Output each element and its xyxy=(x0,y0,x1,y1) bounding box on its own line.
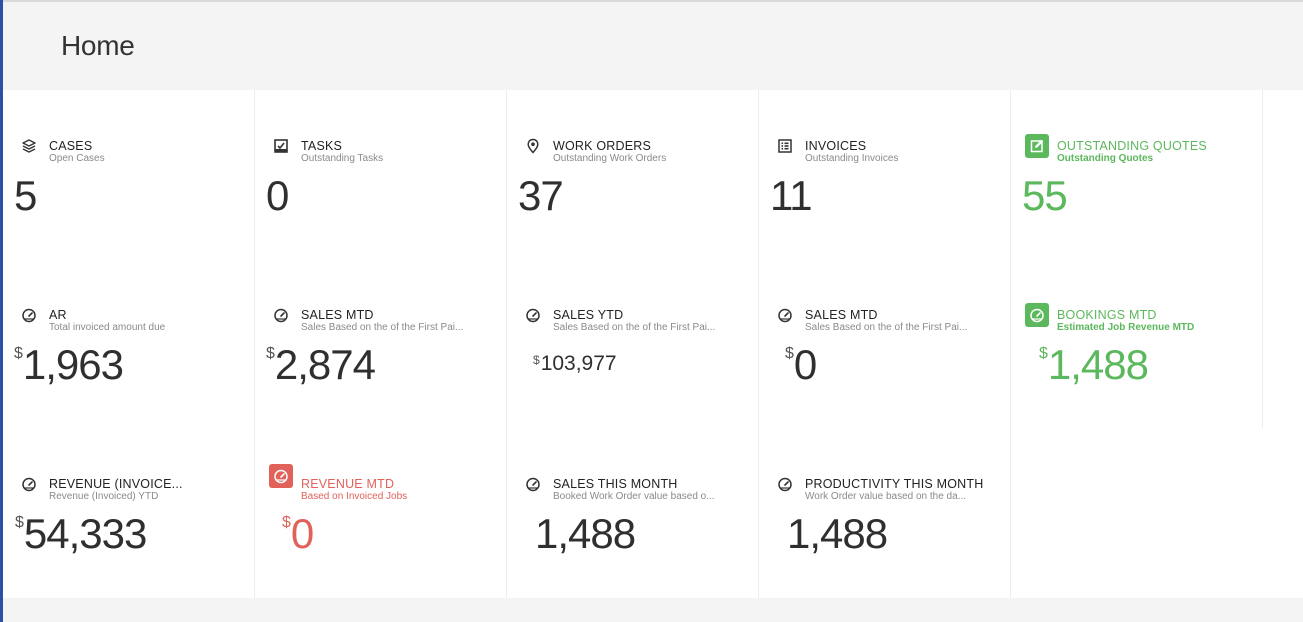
tile-value: 1,488 xyxy=(535,510,636,557)
gauge-icon xyxy=(17,303,41,327)
tile-subtitle: Outstanding Invoices xyxy=(805,153,899,164)
tile-value: $0 xyxy=(282,510,314,557)
tile-value: $54,333 xyxy=(15,510,147,557)
gauge-icon xyxy=(1025,303,1049,327)
tile-value: $103,977 xyxy=(533,352,617,375)
tile-title: REVENUE MTD xyxy=(301,477,395,491)
tile-productivity-this-month[interactable]: PRODUCTIVITY THIS MONTH Work Order value… xyxy=(759,428,1011,598)
tile-cases[interactable]: CASES Open Cases 5 xyxy=(3,90,255,259)
tile-title: SALES MTD xyxy=(301,308,374,322)
tile-title: AR xyxy=(49,308,67,322)
tile-value: 5 xyxy=(14,172,37,219)
tile-title: PRODUCTIVITY THIS MONTH xyxy=(805,477,984,491)
tile-title: SALES THIS MONTH xyxy=(553,477,678,491)
tile-value: 0 xyxy=(266,172,289,219)
tile-subtitle: Sales Based on the of the First Pai... xyxy=(301,322,464,333)
tile-title: BOOKINGS MTD xyxy=(1057,308,1157,322)
tile-value: $0 xyxy=(785,341,817,388)
tile-value: 1,488 xyxy=(787,510,888,557)
edit-icon xyxy=(1025,134,1049,158)
tile-sales-this-month[interactable]: SALES THIS MONTH Booked Work Order value… xyxy=(507,428,759,598)
tile-title: SALES MTD xyxy=(805,308,878,322)
tile-title: REVENUE (INVOICE... xyxy=(49,477,183,491)
tile-value: $2,874 xyxy=(266,341,376,388)
tile-ar[interactable]: AR Total invoiced amount due $1,963 xyxy=(3,259,255,428)
tile-subtitle: Open Cases xyxy=(49,153,105,164)
gauge-icon xyxy=(773,472,797,496)
dashboard-panel: CASES Open Cases 5 TASKS Outstanding Tas… xyxy=(3,90,1303,598)
tile-subtitle: Booked Work Order value based o... xyxy=(553,491,715,502)
tile-subtitle: Based on Invoiced Jobs xyxy=(301,491,408,502)
tile-subtitle: Estimated Job Revenue MTD xyxy=(1057,322,1195,333)
gauge-icon xyxy=(521,303,545,327)
tile-value: $1,488 xyxy=(1039,341,1149,388)
tile-title: INVOICES xyxy=(805,139,867,153)
tile-value: 55 xyxy=(1022,172,1068,219)
tile-title: TASKS xyxy=(301,139,343,153)
tile-sales-ytd[interactable]: SALES YTD Sales Based on the of the Firs… xyxy=(507,259,759,428)
location-pin-icon xyxy=(521,134,545,158)
tile-revenue-invoiced[interactable]: REVENUE (INVOICE... Revenue (Invoiced) Y… xyxy=(3,428,255,598)
tile-subtitle: Outstanding Tasks xyxy=(301,153,384,164)
gauge-icon xyxy=(17,472,41,496)
page-header: Home xyxy=(3,2,1303,90)
tile-title: OUTSTANDING QUOTES xyxy=(1057,139,1207,153)
tile-title: SALES YTD xyxy=(553,308,624,322)
gauge-icon xyxy=(269,464,293,488)
gauge-icon xyxy=(521,472,545,496)
tile-invoices[interactable]: INVOICES Outstanding Invoices 11 xyxy=(759,90,1011,259)
page-title: Home xyxy=(61,30,135,61)
tile-tasks[interactable]: TASKS Outstanding Tasks 0 xyxy=(255,90,507,259)
page-footer xyxy=(3,598,1303,622)
tile-value: $1,963 xyxy=(14,341,124,388)
tile-work-orders[interactable]: WORK ORDERS Outstanding Work Orders 37 xyxy=(507,90,759,259)
tile-value: 11 xyxy=(770,172,813,219)
gauge-icon xyxy=(773,303,797,327)
layers-icon xyxy=(17,134,41,158)
list-icon xyxy=(773,134,797,158)
tile-value: 37 xyxy=(518,172,564,219)
tile-subtitle: Sales Based on the of the First Pai... xyxy=(805,322,968,333)
tile-subtitle: Outstanding Work Orders xyxy=(553,153,667,164)
tile-sales-mtd-2[interactable]: SALES MTD Sales Based on the of the Firs… xyxy=(759,259,1011,428)
tile-subtitle: Work Order value based on the da... xyxy=(805,491,967,502)
tile-subtitle: Total invoiced amount due xyxy=(49,322,166,333)
gauge-icon xyxy=(269,303,293,327)
tile-subtitle: Revenue (Invoiced) YTD xyxy=(49,491,159,502)
tile-sales-mtd[interactable]: SALES MTD Sales Based on the of the Firs… xyxy=(255,259,507,428)
tile-subtitle: Sales Based on the of the First Pai... xyxy=(553,322,716,333)
tile-title: WORK ORDERS xyxy=(553,139,652,153)
tile-revenue-mtd[interactable]: REVENUE MTD Based on Invoiced Jobs $0 xyxy=(255,428,507,598)
tile-bookings-mtd[interactable]: BOOKINGS MTD Estimated Job Revenue MTD $… xyxy=(1011,259,1263,428)
tile-subtitle: Outstanding Quotes xyxy=(1057,153,1154,164)
tile-title: CASES xyxy=(49,139,93,153)
checkbox-icon xyxy=(269,134,293,158)
